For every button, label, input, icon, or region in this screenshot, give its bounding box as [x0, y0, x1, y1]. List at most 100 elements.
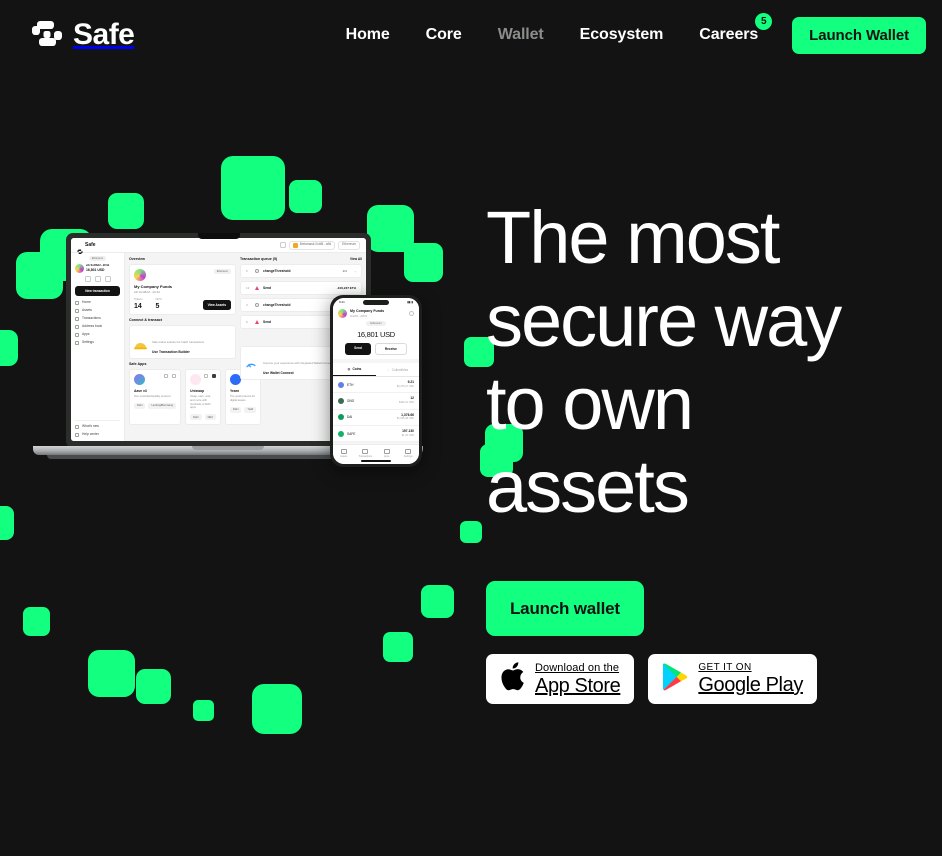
new-transaction-button[interactable]: New transaction — [75, 286, 120, 296]
connect-card-desc: Improve your experience with integrated … — [263, 361, 332, 365]
token-row[interactable]: GNO 12 $463.31 USD — [333, 393, 419, 410]
heart-icon: ♡ — [386, 367, 390, 372]
phone-nav-settings[interactable]: Settings — [398, 448, 420, 458]
safe-token-icon — [338, 430, 344, 437]
google-play-sub: GET IT ON — [698, 662, 752, 673]
sidebar-item-transactions[interactable]: Transactions — [75, 317, 120, 321]
view-assets-button[interactable]: View Assets — [202, 300, 231, 310]
sidebar-item-label: Assets — [82, 308, 92, 313]
phone-receive-button[interactable]: Receive — [374, 343, 407, 355]
sidebar-safe-summary[interactable]: eth:0x4f8A2...2C3d 16,801 USD — [75, 264, 120, 273]
connect-card-desc: Safe-native solution for batch transacti… — [152, 340, 205, 344]
nav-item-careers[interactable]: Careers 5 — [681, 13, 776, 44]
google-play-main: Google Play — [698, 674, 803, 696]
queue-row-confirmations: 1/4 — [342, 269, 347, 273]
avatar — [75, 264, 84, 273]
google-play-badge[interactable]: GET IT ON Google Play — [648, 654, 817, 704]
decorative-square — [0, 506, 14, 540]
sidebar-item-label: Transactions — [82, 316, 101, 321]
token-row[interactable]: SAFE 197.130 $1.26 USD — [333, 426, 419, 443]
wallet-pill-label: Metamask 0x4f8...a9d — [299, 242, 332, 247]
sidebar-item-help-center[interactable]: Help center — [75, 433, 120, 437]
app-store-badge[interactable]: Download on the App Store — [486, 654, 635, 704]
phone-tab-collectibles[interactable]: ♡ Collectibles — [376, 363, 419, 376]
token-amount: 12 — [410, 396, 414, 401]
sidebar-item-label: Help center — [82, 432, 99, 437]
phone-nav-label: Transactions — [358, 455, 373, 458]
sidebar-network-chip[interactable]: Ethereum — [88, 256, 107, 261]
decorative-square — [221, 156, 285, 220]
token-fiat: $463.31 USD — [398, 401, 414, 405]
megaphone-icon — [75, 425, 79, 429]
network-pill[interactable]: Ethereum — [338, 240, 360, 250]
brand-logo-link[interactable]: Safe — [30, 18, 135, 52]
token-amount: 9.21 — [407, 380, 414, 384]
gno-icon — [338, 397, 344, 404]
share-icon[interactable] — [164, 374, 169, 378]
phone-tab-coins[interactable]: ◎ Coins — [333, 363, 376, 376]
decorative-square — [136, 669, 171, 704]
qr-icon[interactable] — [94, 276, 101, 282]
close-icon[interactable] — [409, 311, 414, 316]
safe-app-tag: DeFi — [190, 414, 202, 421]
transaction-builder-card[interactable]: Safe-native solution for batch transacti… — [129, 325, 236, 359]
external-link-icon[interactable] — [104, 276, 111, 282]
phone-nav-transactions[interactable]: Transactions — [355, 448, 377, 458]
decorative-square — [108, 193, 144, 229]
sidebar-item-apps[interactable]: Apps — [75, 333, 120, 337]
safe-apps-section-title: Safe Apps — [129, 362, 147, 366]
sidebar-item-address-book[interactable]: Address book — [75, 325, 120, 329]
nav-item-careers-label: Careers — [699, 26, 759, 43]
phone-nav-assets[interactable]: Assets — [333, 448, 355, 458]
queue-view-all-link[interactable]: View All — [350, 257, 362, 261]
queue-row-nonce: 9 — [246, 320, 248, 324]
overview-network-chip: Ethereum — [213, 269, 231, 274]
token-row[interactable]: ETH 9.21 $2,476.07 USD — [333, 377, 419, 394]
phone-nav-apps[interactable]: Apps — [376, 448, 398, 458]
overview-safe-name: My Company Funds — [134, 284, 173, 289]
safe-app-card[interactable]: Aave v3 Non-custodial liquidity protocol… — [129, 369, 182, 426]
notifications-icon[interactable] — [279, 242, 286, 248]
copy-icon[interactable] — [84, 276, 91, 282]
sidebar-item-settings[interactable]: Settings — [75, 341, 120, 345]
overview-card: Ethereum My Company Funds eth:0x4f8A2...… — [129, 264, 236, 315]
launch-wallet-header-button[interactable]: Launch Wallet — [792, 16, 926, 54]
phone-send-button[interactable]: Send — [345, 343, 371, 355]
queue-row-nonce: 3 — [246, 303, 248, 307]
queue-row[interactable]: 13 Send -106,237 ETH — [240, 281, 362, 295]
eth-icon — [338, 381, 344, 388]
queue-row-amount: -106,237 ETH — [336, 286, 356, 290]
assets-icon — [75, 309, 79, 313]
safe-app-card[interactable]: Uniswap Swap, earn, vote, and more with … — [185, 369, 221, 426]
stat-value: 14 — [134, 303, 142, 310]
safe-logo-icon — [30, 18, 64, 52]
sidebar-bottom-nav: What's new Help center — [75, 420, 120, 437]
uniswap-icon — [190, 374, 202, 385]
nav-item-ecosystem[interactable]: Ecosystem — [562, 26, 682, 44]
phone-header: My Company Funds 0x2A5...d3C9 Ethereum 1… — [333, 306, 419, 359]
launch-wallet-hero-button[interactable]: Launch wallet — [486, 581, 644, 636]
token-row[interactable]: DAI 1,376.66 $1,005.28 USD — [333, 410, 419, 426]
bookmark-icon[interactable] — [172, 374, 177, 378]
nav-item-core[interactable]: Core — [408, 26, 480, 44]
sidebar-item-assets[interactable]: Assets — [75, 309, 120, 313]
safe-app-desc: Swap, earn, vote, and more with hundreds… — [190, 395, 212, 410]
app-store-badges: Download on the App Store GET IT ON Goog… — [486, 654, 817, 704]
laptop-camera-notch — [197, 233, 240, 239]
decorative-square — [23, 607, 50, 636]
nav-item-wallet[interactable]: Wallet — [480, 26, 562, 44]
settings-icon — [255, 303, 259, 307]
sidebar-item-home[interactable]: Home — [75, 301, 120, 305]
sidebar-nav: Home Assets Transactions Address book Ap… — [75, 301, 120, 345]
sidebar-item-whats-new[interactable]: What's new — [75, 425, 120, 429]
wallet-pill[interactable]: Metamask 0x4f8...a9d — [288, 240, 336, 250]
home-icon — [75, 301, 79, 305]
metamask-icon — [292, 242, 298, 248]
nav-item-home[interactable]: Home — [328, 26, 408, 44]
share-icon[interactable] — [203, 374, 208, 378]
app-body: Ethereum eth:0x4f8A2...2C3d 16,801 USD N… — [71, 253, 366, 441]
queue-row[interactable]: 5 changeThreshold 1/4 › — [240, 264, 362, 278]
stat-value: 5 — [155, 303, 160, 310]
bookmark-filled-icon[interactable] — [211, 374, 216, 378]
connect-section-title: Connect & transact — [129, 318, 162, 322]
